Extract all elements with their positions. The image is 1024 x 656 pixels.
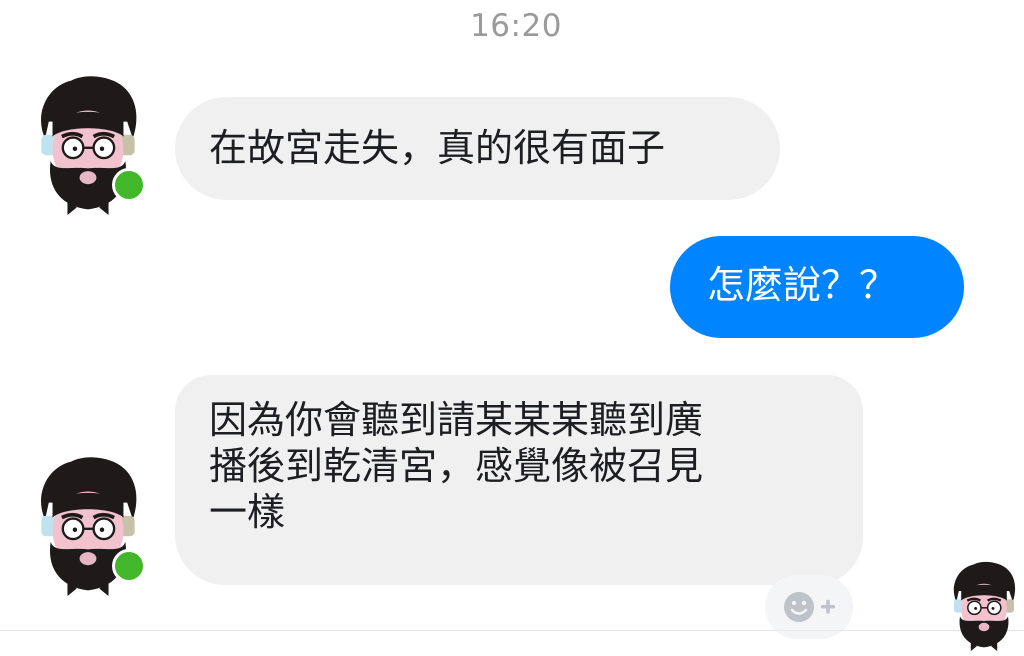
composer-divider [0, 630, 1024, 631]
message-text-line: 一樣 [209, 490, 286, 534]
timestamp: 16:20 [470, 8, 562, 44]
incoming-message-bubble[interactable]: 在故宮走失，真的很有面子 [175, 97, 780, 200]
seen-receipt-avatar-icon [948, 560, 1020, 652]
online-status-icon [112, 168, 146, 202]
contact-avatar[interactable] [32, 74, 146, 216]
message-text-line: 播後到乾清宮，感覺像被召見 [209, 444, 704, 488]
seen-receipt-avatar [948, 560, 1020, 652]
message-text: 在故宮走失，真的很有面子 [209, 126, 666, 170]
outgoing-message-bubble[interactable]: 怎麼說？？ [670, 236, 964, 338]
incoming-message-bubble[interactable]: 因為你會聽到請某某某聽到廣 播後到乾清宮，感覺像被召見 一樣 [175, 375, 863, 585]
message-text-line: 因為你會聽到請某某某聽到廣 [209, 398, 704, 442]
message-text: 怎麼說？？ [707, 263, 898, 307]
contact-avatar[interactable] [32, 455, 146, 597]
online-status-icon [112, 549, 146, 583]
